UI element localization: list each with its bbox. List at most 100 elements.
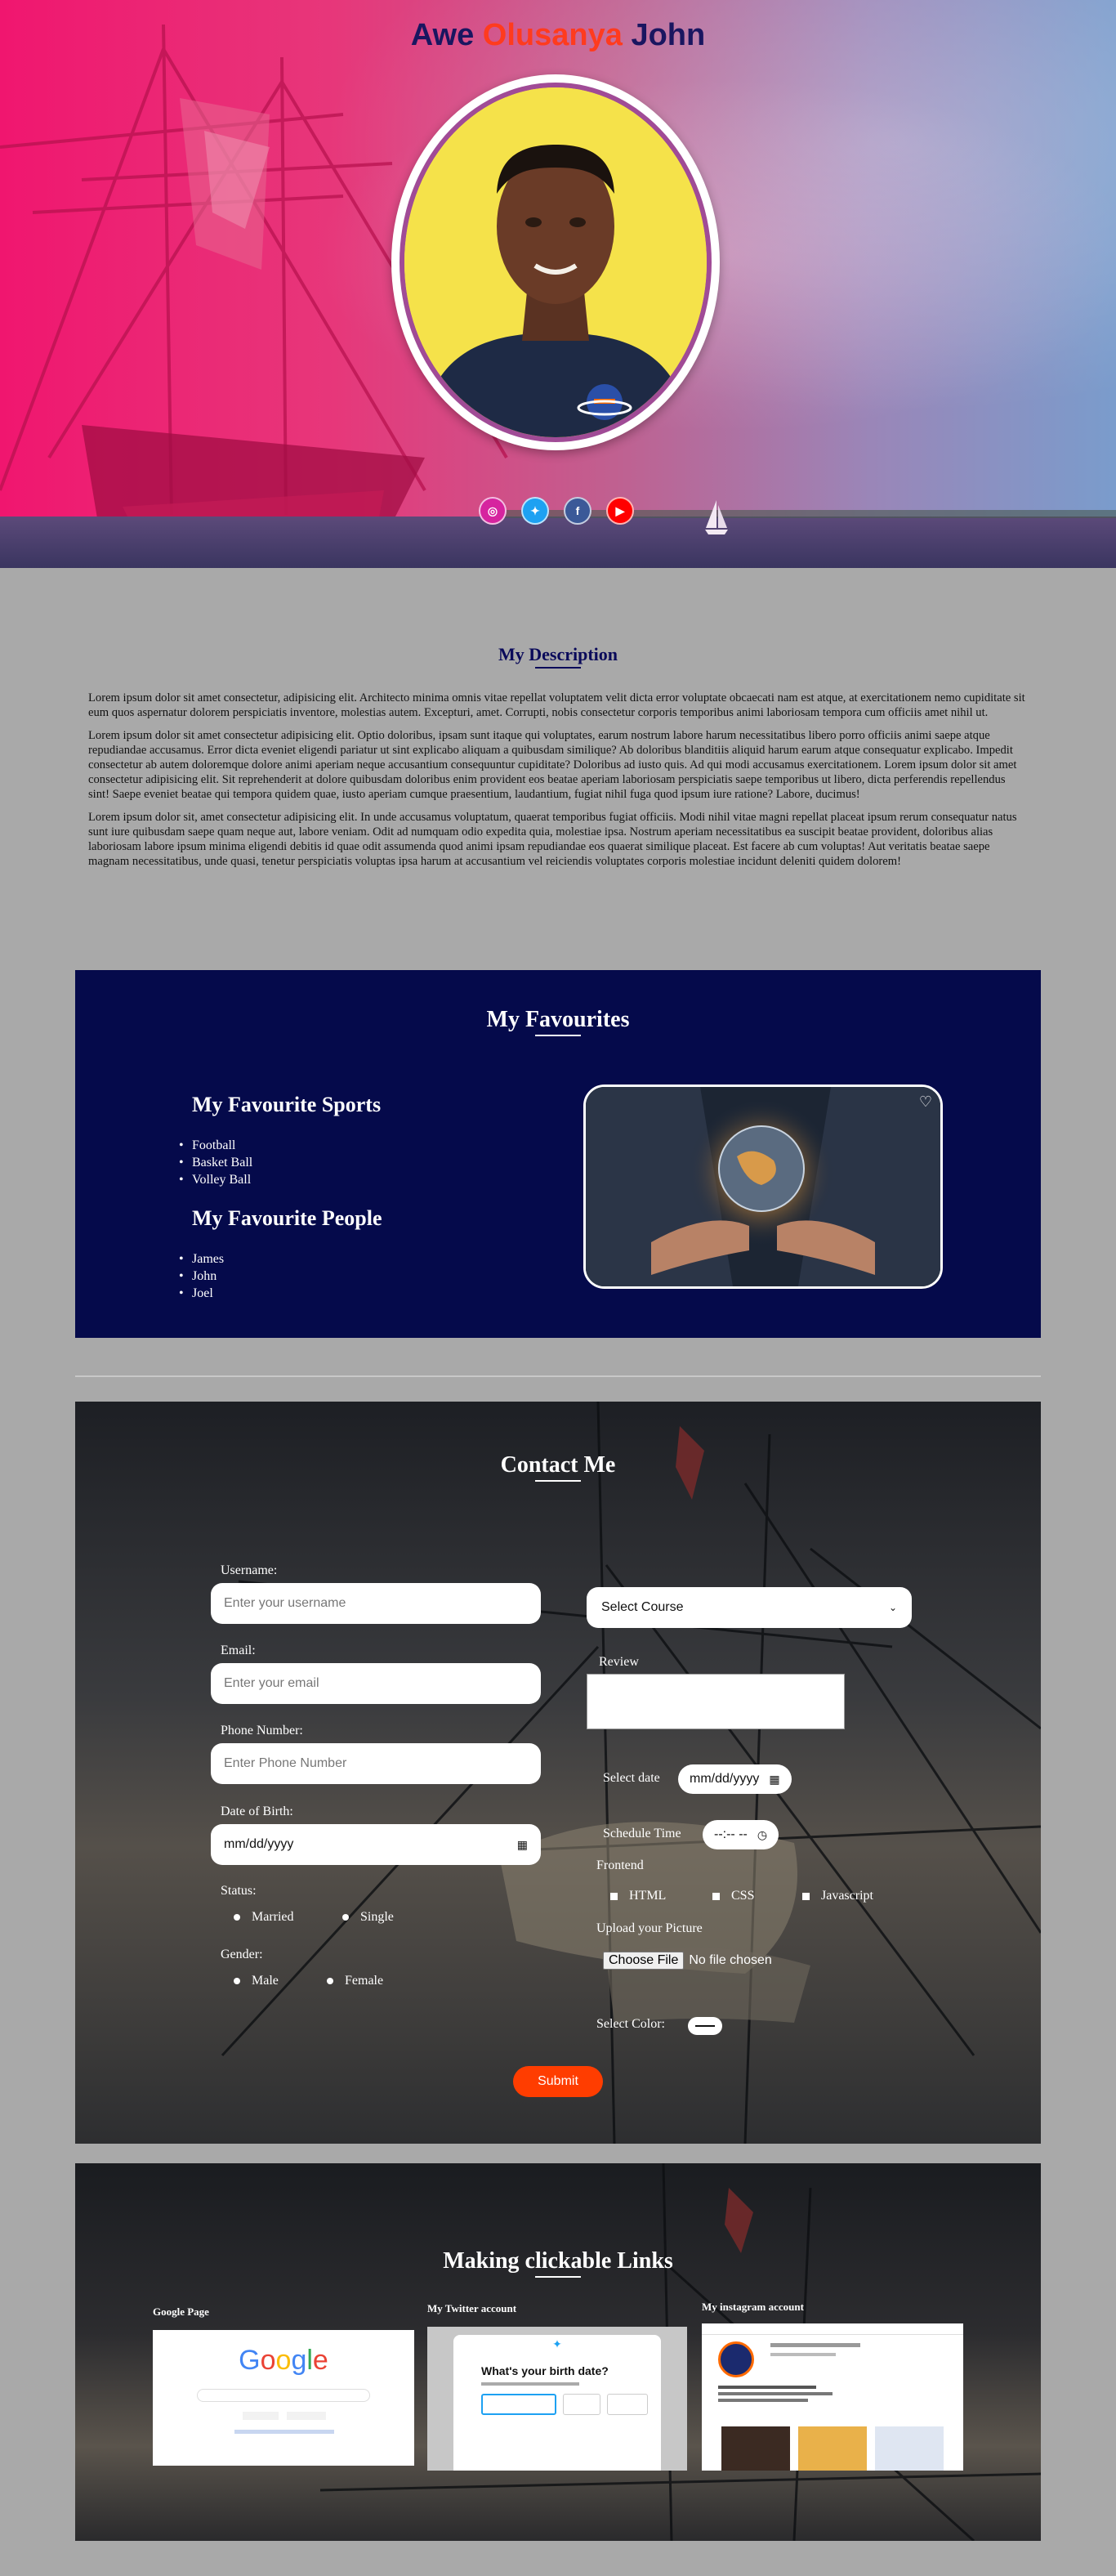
calendar-icon[interactable]: ▦ [517, 1838, 528, 1852]
status-label: Status: [221, 1884, 257, 1898]
twitter-day-field [563, 2394, 600, 2415]
frontend-css-checkbox[interactable]: CSS [712, 1889, 754, 1903]
submit-button[interactable]: Submit [513, 2066, 603, 2097]
frontend-javascript-checkbox[interactable]: Javascript [802, 1889, 873, 1903]
contact-heading: Contact Me [75, 1452, 1041, 1482]
description-body: Lorem ipsum dolor sit amet consectetur, … [88, 691, 1026, 877]
description-paragraph: Lorem ipsum dolor sit, amet consectetur … [88, 811, 1017, 868]
color-picker[interactable] [688, 2017, 722, 2035]
google-button [243, 2412, 279, 2420]
instagram-bio [718, 2392, 833, 2395]
clock-icon[interactable]: ◷ [757, 1828, 767, 1842]
instagram-bio [718, 2399, 808, 2402]
gender-label: Gender: [221, 1948, 263, 1961]
status-married-radio[interactable]: Married [234, 1910, 294, 1925]
list-item: Football [192, 1137, 519, 1154]
checkbox[interactable] [802, 1892, 810, 1900]
description-paragraph: Lorem ipsum dolor sit amet consectetur a… [88, 729, 1017, 801]
frontend-label: Frontend [596, 1858, 644, 1872]
course-select[interactable]: Select Course ⌄ [587, 1587, 912, 1628]
social-links: ◎ ✦ f ▶ [479, 497, 634, 526]
heading-underline [535, 2276, 581, 2278]
twitter-month-field [481, 2394, 556, 2415]
links-section: Making clickable Links Google Page Googl… [75, 2163, 1041, 2541]
list-item: John [192, 1268, 519, 1285]
schedule-time-label: Schedule Time [603, 1827, 681, 1840]
globe-in-hands-image [586, 1087, 940, 1286]
twitter-icon[interactable]: ✦ [521, 497, 549, 525]
instagram-bio [718, 2386, 816, 2389]
radio-button[interactable] [327, 1978, 333, 1984]
checkbox[interactable] [712, 1892, 720, 1900]
review-textarea[interactable] [587, 1674, 845, 1729]
instagram-stats [770, 2353, 836, 2356]
instagram-avatar [718, 2341, 754, 2377]
favourites-lists: My Favourite Sports Football Basket Ball… [192, 1093, 519, 1320]
instagram-account-link[interactable] [702, 2323, 963, 2471]
dob-label: Date of Birth: [221, 1805, 293, 1818]
favourite-image-card: ♡ [583, 1085, 943, 1289]
hero-banner: Awe Olusanya John ◎ ✦ f ▶ [0, 0, 1116, 568]
radio-button[interactable] [342, 1914, 349, 1921]
instagram-username [770, 2343, 860, 2347]
instagram-link-caption: My instagram account [702, 2301, 804, 2313]
youtube-icon[interactable]: ▶ [606, 497, 634, 525]
list-item: James [192, 1250, 519, 1268]
profile-photo [404, 87, 707, 437]
facebook-icon[interactable]: f [564, 497, 591, 525]
list-item: Basket Ball [192, 1154, 519, 1171]
contact-section: Contact Me Username: Enter your username… [75, 1402, 1041, 2144]
phone-input[interactable]: Enter Phone Number [211, 1743, 541, 1784]
twitter-prompt: What's your birth date? [481, 2364, 609, 2377]
section-divider [75, 1375, 1041, 1377]
heading-underline [535, 1480, 581, 1482]
sailboat [705, 500, 728, 534]
radio-button[interactable] [234, 1978, 240, 1984]
frontend-html-checkbox[interactable]: HTML [610, 1889, 666, 1903]
google-page-link[interactable]: Google [153, 2330, 414, 2466]
dob-input[interactable]: mm/dd/yyyy ▦ [211, 1824, 541, 1865]
gender-male-radio[interactable]: Male [234, 1974, 279, 1988]
heart-icon[interactable]: ♡ [919, 1093, 932, 1111]
file-status: No file chosen [689, 1953, 772, 1967]
instagram-topbar [702, 2323, 963, 2335]
site-name: Awe Olusanya John [0, 18, 1116, 53]
description-paragraph: Lorem ipsum dolor sit amet consectetur, … [88, 691, 1025, 719]
favourites-section: My Favourites My Favourite Sports Footba… [75, 970, 1041, 1338]
google-link-caption: Google Page [153, 2305, 209, 2318]
calendar-icon[interactable]: ▦ [769, 1773, 779, 1787]
sports-heading: My Favourite Sports [192, 1093, 382, 1116]
name-middle: Olusanya [482, 18, 623, 52]
chevron-down-icon[interactable]: ⌄ [889, 1602, 897, 1613]
people-heading: My Favourite People [192, 1206, 382, 1230]
heading-underline [535, 667, 581, 669]
select-date-label: Select date [603, 1771, 660, 1785]
twitter-account-link[interactable]: ✦ What's your birth date? [427, 2327, 687, 2471]
email-label: Email: [221, 1644, 256, 1657]
twitter-bird-icon: ✦ [552, 2339, 562, 2351]
twitter-link-caption: My Twitter account [427, 2302, 517, 2314]
favourites-heading: My Favourites [75, 1007, 1041, 1036]
select-date-input[interactable]: mm/dd/yyyy ▦ [678, 1764, 792, 1794]
radio-button[interactable] [234, 1914, 240, 1921]
people-list: James John Joel [192, 1250, 519, 1302]
google-button [287, 2412, 326, 2420]
upload-label: Upload your Picture [596, 1921, 703, 1935]
google-languages [234, 2430, 334, 2434]
gender-female-radio[interactable]: Female [327, 1974, 383, 1988]
username-input[interactable]: Enter your username [211, 1583, 541, 1624]
description-heading: My Description [0, 644, 1116, 669]
choose-file-button[interactable]: Choose File [603, 1952, 685, 1970]
google-search-bar [197, 2389, 370, 2402]
profile-photo-frame [391, 74, 720, 450]
status-single-radio[interactable]: Single [342, 1910, 394, 1925]
schedule-time-input[interactable]: --:-- -- ◷ [703, 1820, 779, 1849]
instagram-post [721, 2426, 790, 2471]
email-input[interactable]: Enter your email [211, 1663, 541, 1704]
instagram-icon[interactable]: ◎ [479, 497, 507, 525]
file-upload[interactable]: Choose File No file chosen [603, 1952, 772, 1970]
links-heading: Making clickable Links [75, 2248, 1041, 2278]
name-last: John [631, 18, 706, 52]
checkbox[interactable] [610, 1892, 618, 1900]
twitter-subtext [481, 2382, 579, 2386]
